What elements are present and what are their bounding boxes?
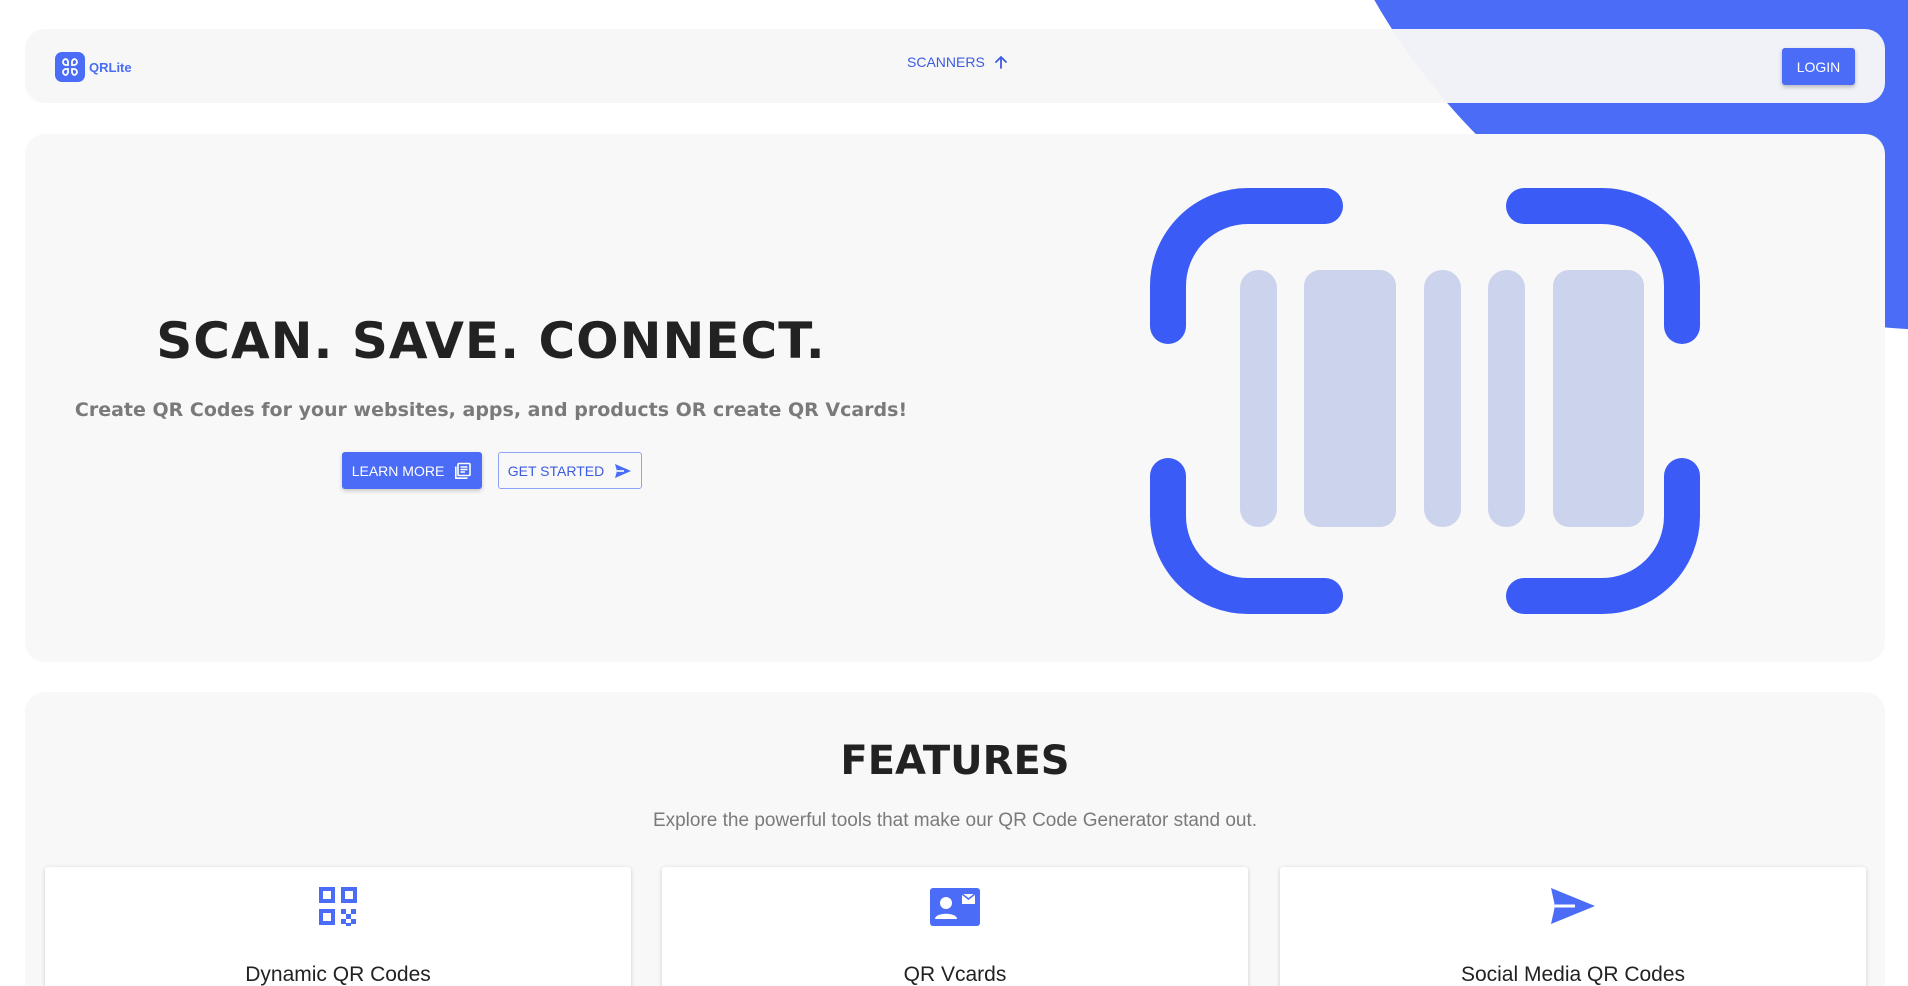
page: QRLite SCANNERS LOGIN SCAN. SAVE. CONNEC… [0,0,1908,986]
send-icon [615,463,632,478]
feature-card-title: Social Media QR Codes [1460,963,1686,986]
feature-card-title: Dynamic QR Codes [245,963,431,986]
hero-subtitle: Create QR Codes for your websites, apps,… [74,399,908,421]
feature-card-social-media[interactable]: Social Media QR Codes [1280,867,1866,986]
feature-card-dynamic-qr[interactable]: Dynamic QR Codes [45,867,631,986]
brand-name: QRLite [89,59,132,75]
login-button[interactable]: LOGIN [1782,48,1855,85]
feature-card-title: QR Vcards [903,963,1007,986]
hero-section: SCAN. SAVE. CONNECT. Create QR Codes for… [25,134,1885,662]
contact-mail-icon [930,888,980,926]
logo-icon [55,52,85,82]
learn-more-label: LEARN MORE [351,462,445,479]
get-started-label: GET STARTED [507,462,605,479]
features-section: FEATURES Explore the powerful tools that… [25,692,1885,986]
feature-card-qr-vcards[interactable]: QR Vcards [662,867,1248,986]
qr-code-icon [319,887,357,926]
barcode-scanner-illustration [1140,176,1700,631]
top-navbar: QRLite SCANNERS LOGIN [25,29,1885,103]
nav-scanners-link[interactable]: SCANNERS [907,54,1009,70]
get-started-button[interactable]: GET STARTED [498,452,642,489]
arrow-up-icon [994,56,1007,69]
features-subtitle: Explore the powerful tools that make our… [652,810,1258,831]
brand-logo[interactable]: QRLite [55,52,132,82]
article-icon [455,462,472,479]
learn-more-button[interactable]: LEARN MORE [342,452,482,489]
features-title: FEATURES [840,738,1070,784]
nav-scanners-label: SCANNERS [907,54,985,70]
hero-title: SCAN. SAVE. CONNECT. [156,312,826,370]
send-icon [1551,888,1595,924]
